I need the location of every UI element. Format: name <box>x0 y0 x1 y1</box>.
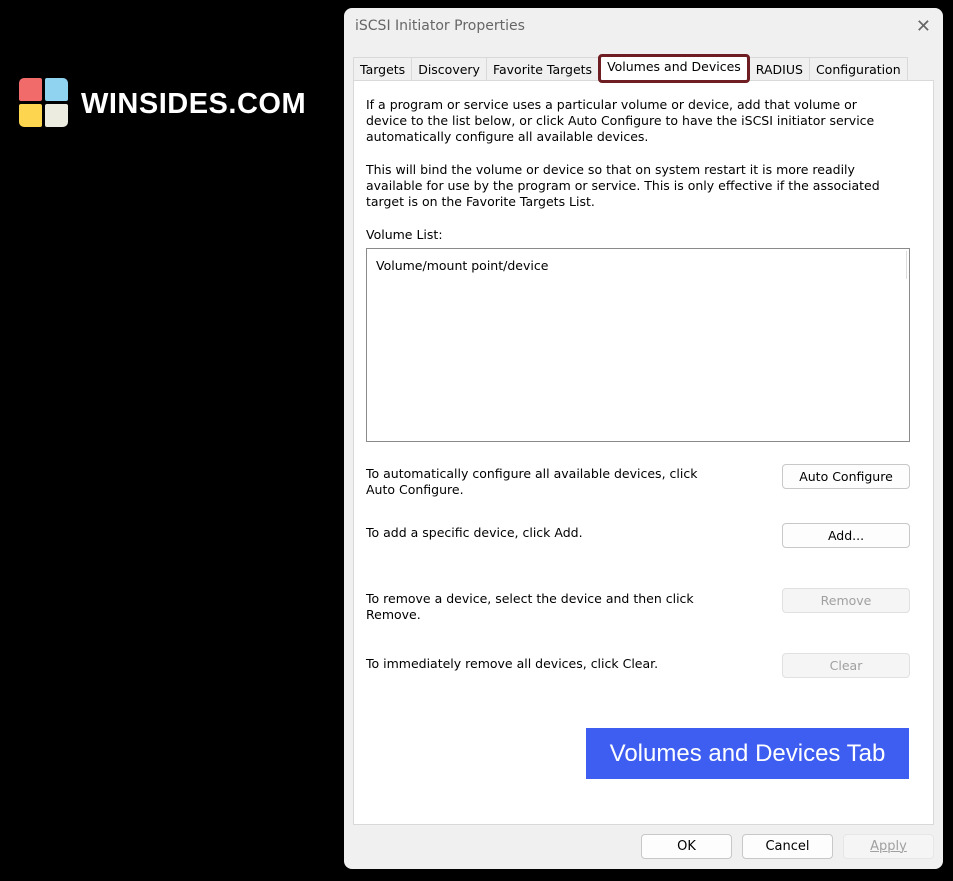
logo-text: WINSIDES.COM <box>81 88 307 120</box>
cancel-button[interactable]: Cancel <box>742 834 833 859</box>
tab-targets[interactable]: Targets <box>353 57 413 81</box>
iscsi-properties-dialog: iSCSI Initiator Properties ✕ Targets Dis… <box>344 8 943 869</box>
close-icon[interactable]: ✕ <box>916 16 931 37</box>
logo-square-blue <box>45 78 68 101</box>
remove-text: To remove a device, select the device an… <box>366 591 694 622</box>
ok-button[interactable]: OK <box>641 834 732 859</box>
volume-list[interactable]: Volume/mount point/device <box>366 248 910 442</box>
caption-banner: Volumes and Devices Tab <box>586 728 909 779</box>
column-header-volume[interactable]: Volume/mount point/device <box>376 258 548 273</box>
tab-favorite-targets[interactable]: Favorite Targets <box>485 57 600 81</box>
tab-configuration[interactable]: Configuration <box>808 57 908 81</box>
logo-square-white <box>45 104 68 127</box>
tab-discovery[interactable]: Discovery <box>411 57 487 81</box>
clear-text: To immediately remove all devices, click… <box>366 656 659 671</box>
auto-configure-button[interactable]: Auto Configure <box>782 464 910 489</box>
tab-volumes-and-devices[interactable]: Volumes and Devices <box>598 54 750 83</box>
remove-button[interactable]: Remove <box>782 588 910 613</box>
logo-square-yellow <box>19 104 42 127</box>
add-button[interactable]: Add... <box>782 523 910 548</box>
apply-button[interactable]: Apply <box>843 834 934 859</box>
clear-button[interactable]: Clear <box>782 653 910 678</box>
volumes-devices-panel: If a program or service uses a particula… <box>353 80 934 825</box>
add-text: To add a specific device, click Add. <box>366 525 583 540</box>
volume-list-label: Volume List: <box>366 227 443 242</box>
dialog-title: iSCSI Initiator Properties <box>355 18 525 34</box>
tab-radius[interactable]: RADIUS <box>748 57 810 81</box>
auto-configure-text: To automatically configure all available… <box>366 466 698 497</box>
column-divider <box>906 251 907 279</box>
bind-info-text: This will bind the volume or device so t… <box>366 162 880 209</box>
tab-bar: Targets Discovery Favorite Targets Volum… <box>353 54 908 83</box>
logo-square-red <box>19 78 42 101</box>
intro-text: If a program or service uses a particula… <box>366 97 875 144</box>
